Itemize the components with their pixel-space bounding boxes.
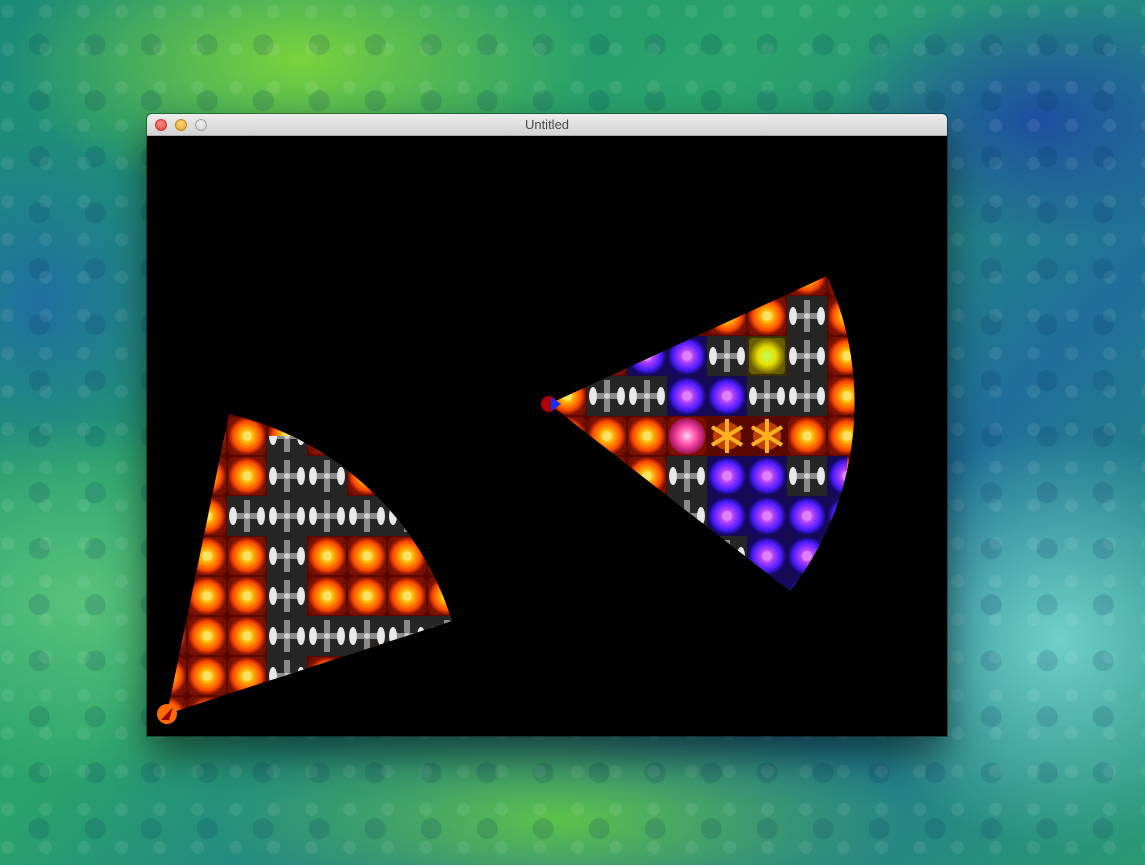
- game-canvas[interactable]: [147, 136, 947, 736]
- game-scene: [157, 276, 855, 724]
- app-window[interactable]: Untitled: [147, 114, 947, 736]
- player-marker-left: [157, 704, 177, 724]
- window-title: Untitled: [524, 117, 570, 132]
- vision-cone-right: [549, 276, 855, 591]
- title-bar[interactable]: Untitled: [147, 114, 947, 136]
- vision-cone-left: [167, 414, 452, 714]
